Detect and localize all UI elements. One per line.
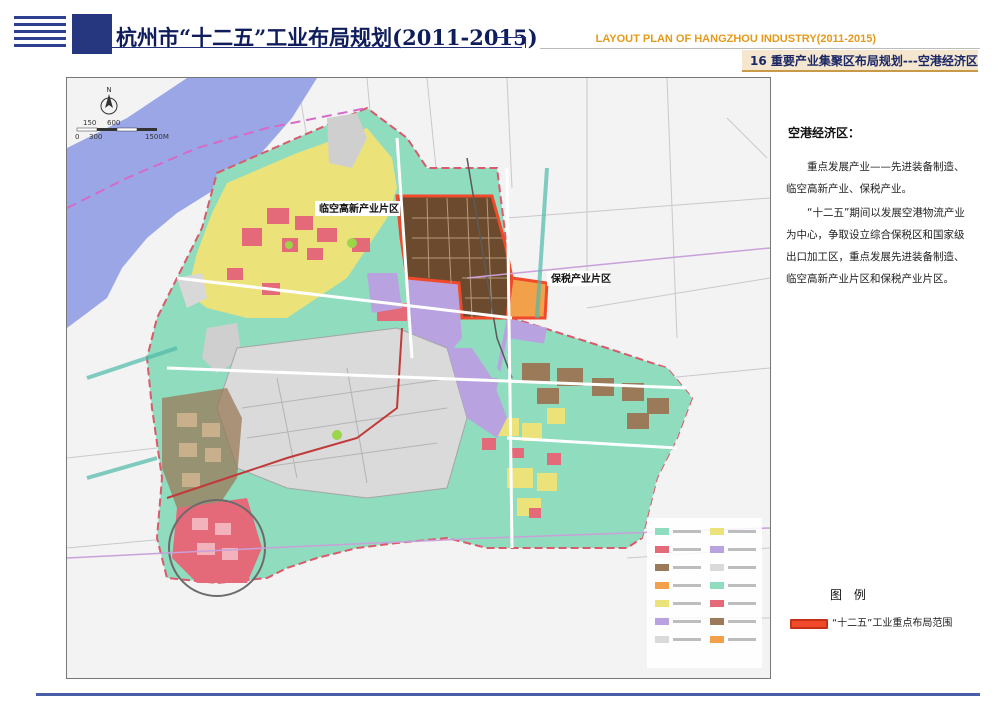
airport-marker bbox=[332, 430, 342, 440]
map-legend-swatch bbox=[710, 528, 724, 535]
logo-bar bbox=[14, 37, 66, 40]
map-legend-swatch bbox=[655, 582, 669, 589]
scale-label-300: 300 bbox=[89, 133, 102, 141]
map-legend-panel bbox=[647, 518, 762, 668]
map-legend-text-placeholder bbox=[728, 584, 756, 587]
page-title-english: LAYOUT PLAN OF HANGZHOU INDUSTRY(2011-20… bbox=[595, 33, 876, 45]
map-legend-text-placeholder bbox=[673, 566, 701, 569]
map-legend-text-placeholder bbox=[728, 602, 756, 605]
linkong-marker bbox=[347, 238, 357, 248]
scale-label-0: 0 bbox=[75, 133, 79, 141]
map-legend-swatch bbox=[655, 636, 669, 643]
map-legend-text-placeholder bbox=[673, 548, 701, 551]
map-legend-swatch bbox=[655, 546, 669, 553]
logo-mark bbox=[14, 14, 112, 54]
title-underline bbox=[112, 47, 522, 48]
map-legend-text-placeholder bbox=[728, 566, 756, 569]
footer-rule bbox=[36, 693, 980, 696]
title-corner-decoration bbox=[495, 37, 526, 48]
scale-label-150: 150 bbox=[83, 119, 96, 127]
baoshui-label: 保税产业片区 bbox=[550, 272, 611, 285]
map-legend-text-placeholder bbox=[728, 548, 756, 551]
scale-label-1500: 1500M bbox=[145, 133, 169, 141]
map-legend-text-placeholder bbox=[728, 530, 756, 533]
map-legend-text-placeholder bbox=[673, 602, 701, 605]
map-legend-swatch bbox=[655, 564, 669, 571]
map-legend-swatch bbox=[710, 636, 724, 643]
map-canvas: N 150 600 0 300 1500M 临空高新产业片区 保税产业片区 bbox=[67, 78, 770, 678]
map-legend-text-placeholder bbox=[673, 620, 701, 623]
logo-bar bbox=[14, 16, 66, 19]
map-legend-swatch bbox=[655, 618, 669, 625]
map-legend-swatch bbox=[710, 582, 724, 589]
info-heading: 空港经济区： bbox=[788, 126, 861, 140]
map-legend-swatch bbox=[710, 564, 724, 571]
page-subtitle: 16 重要产业集聚区布局规划---空港经济区 bbox=[750, 54, 978, 68]
map-legend-text-placeholder bbox=[673, 584, 701, 587]
header-rule bbox=[540, 48, 980, 49]
town-marker bbox=[285, 241, 293, 249]
map-legend-text-placeholder bbox=[728, 620, 756, 623]
map-legend-swatch bbox=[710, 600, 724, 607]
legend-swatch-focus-area bbox=[790, 619, 828, 629]
baoshui-callout[interactable]: 保税产业片区 bbox=[547, 271, 611, 286]
map-legend-swatch bbox=[655, 600, 669, 607]
north-label: N bbox=[106, 86, 111, 94]
planning-map[interactable]: N 150 600 0 300 1500M 临空高新产业片区 保税产业片区 bbox=[66, 77, 771, 679]
xiaoshan-airport bbox=[216, 327, 468, 499]
logo-bar bbox=[14, 23, 66, 26]
map-legend-text-placeholder bbox=[673, 530, 701, 533]
map-legend-swatch bbox=[710, 546, 724, 553]
map-legend-swatch bbox=[710, 618, 724, 625]
logo-block bbox=[72, 14, 112, 54]
info-paragraph-plan: “十二五”期间以发展空港物流产业为中心，争取设立综合保税区和国家级出口加工区，重… bbox=[786, 207, 965, 285]
linkong-label: 临空高新产业片区 bbox=[319, 202, 399, 215]
logo-bar bbox=[14, 30, 66, 33]
logo-bar bbox=[14, 44, 66, 47]
map-legend-text-placeholder bbox=[728, 638, 756, 641]
map-legend-text-placeholder bbox=[673, 638, 701, 641]
map-legend-swatch bbox=[655, 528, 669, 535]
legend-title: 图 例 bbox=[830, 588, 870, 602]
legend-label-focus-area: “十二五”工业重点布局范围 bbox=[832, 618, 953, 629]
linkong-callout[interactable]: 临空高新产业片区 bbox=[315, 201, 400, 216]
info-paragraph-industries: 重点发展产业——先进装备制造、临空高新产业、保税产业。 bbox=[786, 161, 965, 195]
scale-label-600: 600 bbox=[107, 119, 120, 127]
